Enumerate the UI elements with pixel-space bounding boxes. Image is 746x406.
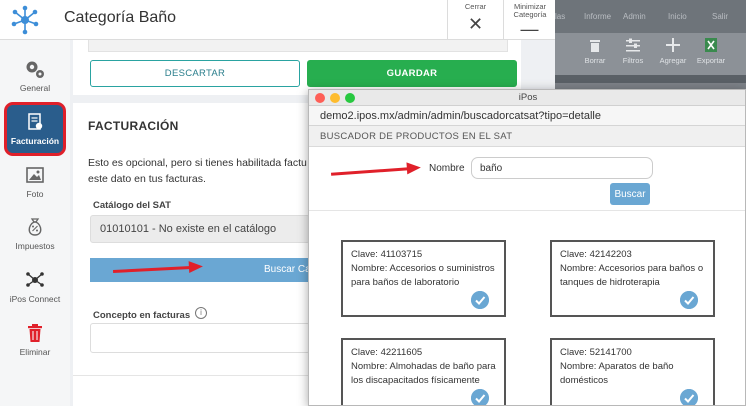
bg-filters-tool: Filtros bbox=[615, 37, 651, 65]
result-nombre: Nombre: Accesorios o suministros para ba… bbox=[351, 263, 495, 288]
popup-header-title: BUSCADOR DE PRODUCTOS EN EL SAT bbox=[320, 131, 513, 142]
save-button[interactable]: GUARDAR bbox=[307, 60, 517, 87]
app-header: Categoría Baño Cerrar ✕ Minimizar Catego… bbox=[0, 0, 555, 40]
result-card[interactable]: Clave: 41103715 Nombre: Accesorios o sum… bbox=[341, 240, 506, 317]
plus-icon bbox=[666, 38, 680, 52]
close-button[interactable]: Cerrar ✕ bbox=[447, 0, 503, 40]
background-app-toolbar: Borrar Filtros Agregar Exportar bbox=[555, 33, 746, 75]
name-label: Nombre bbox=[429, 163, 465, 174]
background-app-nav: las Informe Admin Inicio Salir bbox=[555, 0, 746, 33]
minimize-icon: — bbox=[520, 19, 539, 39]
sidebar-item-ipos-connect[interactable]: iPos Connect bbox=[4, 269, 66, 304]
sat-catalog-label: Catálogo del SAT bbox=[93, 200, 171, 211]
bg-nav-item: Informe bbox=[584, 12, 612, 21]
bg-strip bbox=[555, 75, 746, 83]
money-bag-icon bbox=[28, 218, 42, 236]
section-title: FACTURACIÓN bbox=[88, 119, 179, 133]
close-label: Cerrar bbox=[464, 2, 487, 11]
close-icon: ✕ bbox=[467, 14, 484, 34]
gears-icon bbox=[26, 61, 44, 78]
excel-icon bbox=[705, 38, 717, 52]
result-nombre: Nombre: Almohadas de baño para los disca… bbox=[351, 361, 496, 386]
bg-add-tool: Agregar bbox=[655, 37, 691, 65]
check-icon[interactable] bbox=[680, 389, 698, 406]
result-card[interactable]: Clave: 52141700 Nombre: Aparatos de baño… bbox=[550, 338, 715, 406]
popup-header: BUSCADOR DE PRODUCTOS EN EL SAT bbox=[309, 126, 745, 147]
sidebar-item-general[interactable]: General bbox=[4, 58, 66, 93]
name-search-input[interactable] bbox=[471, 157, 653, 179]
trash-icon bbox=[590, 40, 600, 52]
search-catalog-label: Buscar Ca bbox=[264, 264, 311, 275]
popup-divider bbox=[309, 210, 745, 211]
check-icon[interactable] bbox=[471, 291, 489, 309]
sidebar-item-impuestos[interactable]: Impuestos bbox=[4, 216, 66, 251]
result-clave: Clave: 42211605 bbox=[351, 347, 423, 358]
result-clave: Clave: 41103715 bbox=[351, 249, 423, 260]
info-icon[interactable]: i bbox=[195, 307, 207, 319]
result-card[interactable]: Clave: 42211605 Nombre: Almohadas de bañ… bbox=[341, 338, 506, 406]
concept-label: Concepto en facturas bbox=[93, 310, 191, 321]
check-icon[interactable] bbox=[680, 291, 698, 309]
result-clave: Clave: 42142203 bbox=[560, 249, 632, 260]
network-icon bbox=[26, 272, 44, 287]
popup-url: demo2.ipos.mx/admin/admin/buscadorcatsat… bbox=[320, 110, 601, 122]
result-nombre: Nombre: Accesorios para baños o tanques … bbox=[560, 263, 704, 288]
sidebar-item-eliminar[interactable]: Eliminar bbox=[4, 322, 66, 357]
bg-nav-item: Salir bbox=[712, 12, 729, 21]
popup-address-bar[interactable]: demo2.ipos.mx/admin/admin/buscadorcatsat… bbox=[309, 106, 745, 126]
actions-card: DESCARTAR GUARDAR bbox=[73, 40, 521, 95]
bg-nav-item: Inicio bbox=[668, 12, 687, 21]
bg-nav-item: Admin bbox=[623, 12, 646, 21]
result-clave: Clave: 52141700 bbox=[560, 347, 632, 358]
discard-button[interactable]: DESCARTAR bbox=[90, 60, 300, 87]
sidebar-item-foto[interactable]: Foto bbox=[4, 164, 66, 199]
sliders-icon bbox=[626, 38, 640, 52]
previous-field-strip bbox=[88, 40, 508, 52]
trash-icon bbox=[28, 324, 42, 342]
page-title: Categoría Baño bbox=[64, 9, 177, 26]
invoice-icon bbox=[28, 113, 43, 130]
search-button[interactable]: Buscar bbox=[610, 183, 650, 205]
sidebar-item-facturacion[interactable]: Facturación bbox=[4, 102, 66, 156]
sidebar: General Facturación Foto Impuestos iPos … bbox=[0, 40, 70, 406]
popup-titlebar: iPos bbox=[309, 90, 745, 106]
ipos-logo-icon bbox=[11, 5, 39, 35]
result-nombre: Nombre: Aparatos de baño domésticos bbox=[560, 361, 674, 386]
concept-input[interactable] bbox=[90, 323, 310, 353]
section-description: Esto es opcional, pero si tienes habilit… bbox=[88, 157, 307, 185]
bg-export-tool: Exportar bbox=[693, 37, 729, 65]
minimize-button[interactable]: Minimizar Categoría — bbox=[503, 0, 555, 40]
popup-window-title: iPos bbox=[518, 92, 538, 103]
minimize-label: Minimizar Categoría bbox=[513, 2, 547, 19]
sat-catalog-field[interactable]: 01010101 - No existe en el catálogo bbox=[90, 215, 310, 243]
photo-icon bbox=[26, 167, 44, 183]
sat-search-popup-window: iPos demo2.ipos.mx/admin/admin/buscadorc… bbox=[308, 89, 746, 406]
check-icon[interactable] bbox=[471, 389, 489, 406]
bg-delete-tool: Borrar bbox=[577, 37, 613, 65]
bg-nav-item: las bbox=[555, 12, 566, 21]
result-card[interactable]: Clave: 42142203 Nombre: Accesorios para … bbox=[550, 240, 715, 317]
